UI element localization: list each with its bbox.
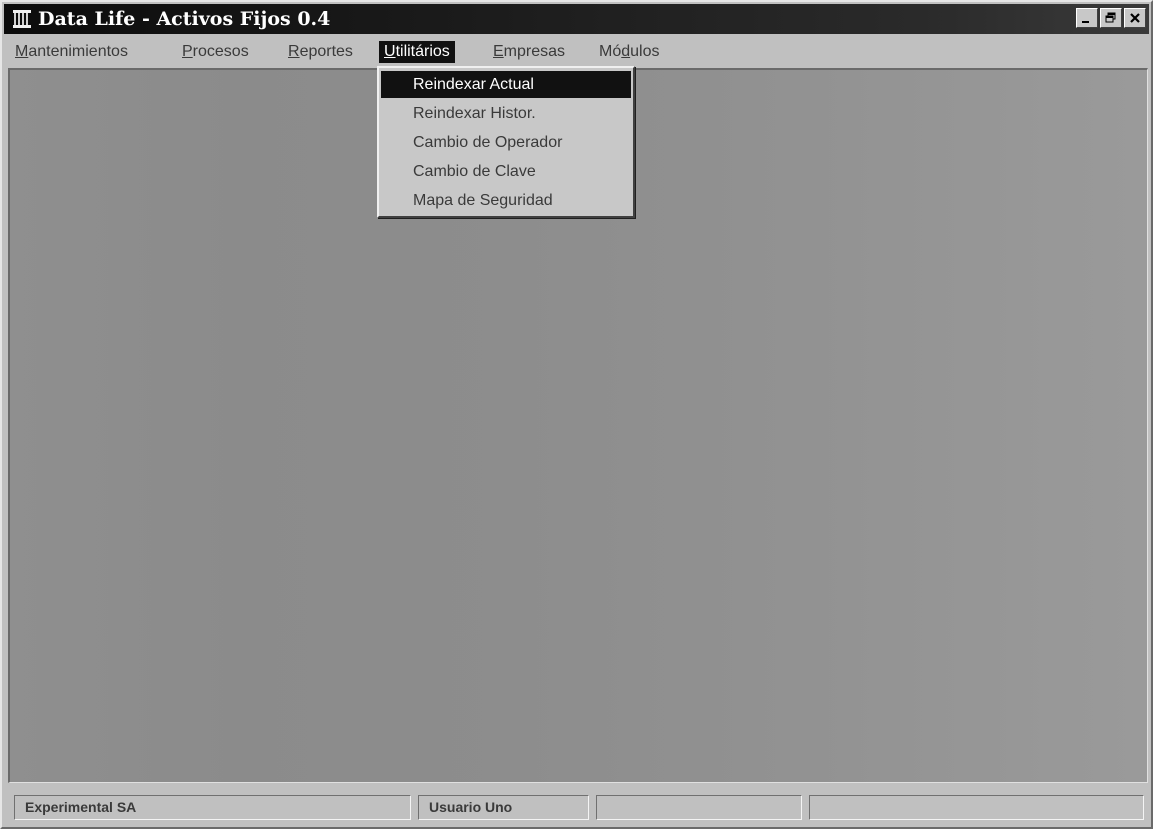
status-panel-3 [596, 795, 802, 820]
menu-modulos[interactable]: Módulos [594, 41, 665, 63]
minimize-button[interactable] [1076, 8, 1098, 28]
utilitarios-dropdown-menu: Reindexar Actual Reindexar Histor. Cambi… [377, 66, 635, 218]
menu-utilitarios-rest: tilitários [395, 43, 450, 60]
main-window: Data Life - Activos Fijos 0.4 Mantenimie… [0, 0, 1153, 829]
status-panel-company: Experimental SA [14, 795, 411, 820]
menu-procesos-rest: rocesos [192, 43, 249, 60]
menu-modulos-accel: d [621, 43, 631, 60]
minimize-icon [1082, 21, 1089, 23]
status-bar: Experimental SA Usuario Uno [4, 788, 1149, 826]
menu-mantenimientos-rest: antenimientos [28, 43, 128, 60]
menu-item-cambio-de-clave[interactable]: Cambio de Clave [381, 158, 631, 185]
restore-icon [1105, 12, 1116, 23]
menu-empresas-accel: E [493, 43, 504, 60]
menu-mantenimientos[interactable]: Mantenimientos [10, 41, 133, 63]
menu-procesos[interactable]: Procesos [177, 41, 254, 63]
menu-mantenimientos-accel: M [15, 43, 29, 60]
menu-item-mapa-de-seguridad[interactable]: Mapa de Seguridad [381, 187, 631, 214]
close-icon [1130, 13, 1140, 23]
restore-button[interactable] [1100, 8, 1122, 28]
menu-reportes-rest: eportes [299, 43, 353, 60]
menu-empresas-rest: mpresas [503, 43, 566, 60]
menu-utilitarios[interactable]: Utilitários [379, 41, 455, 63]
menu-item-reindexar-histor[interactable]: Reindexar Histor. [381, 100, 631, 127]
menu-bar: Mantenimientos Procesos Reportes Utilitá… [4, 38, 1149, 66]
menu-empresas[interactable]: Empresas [488, 41, 570, 63]
status-panel-user: Usuario Uno [418, 795, 589, 820]
menu-modulos-rest: ulos [630, 43, 660, 60]
menu-item-cambio-de-operador[interactable]: Cambio de Operador [381, 129, 631, 156]
title-bar[interactable]: Data Life - Activos Fijos 0.4 [4, 4, 1149, 34]
app-pillar-icon[interactable] [12, 9, 32, 29]
menu-procesos-accel: P [182, 43, 193, 60]
menu-reportes[interactable]: Reportes [283, 41, 358, 63]
menu-reportes-accel: R [288, 43, 300, 60]
status-panel-4 [809, 795, 1144, 820]
menu-modulos-pre: Mó [599, 43, 622, 60]
window-title: Data Life - Activos Fijos 0.4 [38, 8, 331, 30]
close-button[interactable] [1124, 8, 1146, 28]
menu-item-reindexar-actual[interactable]: Reindexar Actual [381, 71, 631, 98]
menu-utilitarios-accel: U [384, 43, 396, 60]
